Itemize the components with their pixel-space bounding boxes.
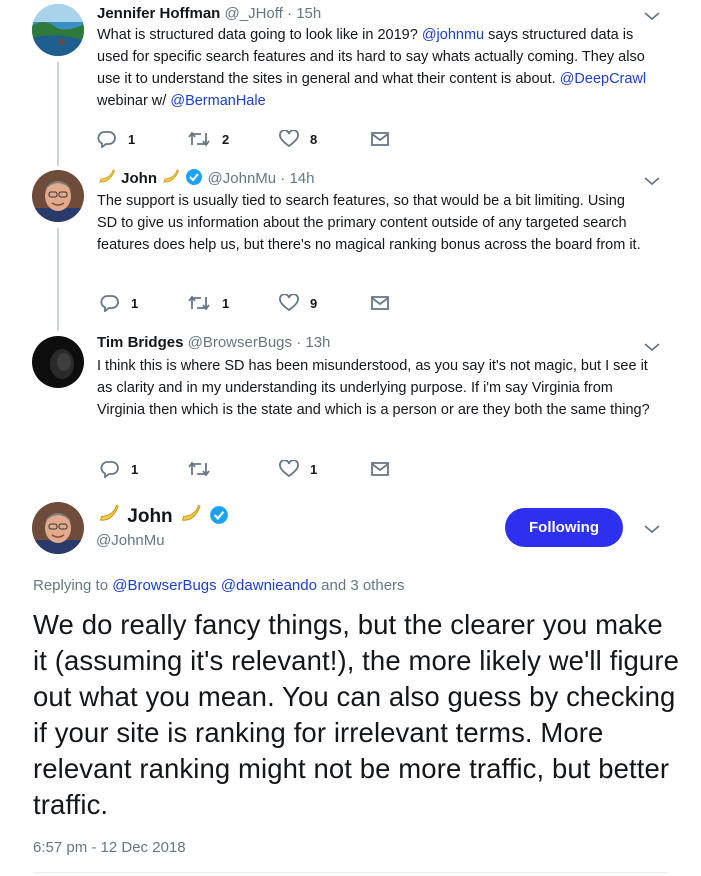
divider <box>33 872 668 873</box>
verified-icon <box>186 169 203 185</box>
main-author-handle[interactable]: @JohnMu <box>96 532 165 549</box>
tweet-text: What is structured data going to look li… <box>97 27 647 109</box>
direct-message-icon <box>371 462 389 476</box>
separator-dot: · <box>296 334 302 351</box>
tweet-actions: 1 1 <box>100 459 400 479</box>
like-count: 8 <box>310 131 318 147</box>
direct-message-button[interactable] <box>370 293 390 313</box>
like-icon <box>279 130 299 148</box>
main-author-row: John <box>96 503 229 529</box>
mention-link[interactable]: @DeepCrawl <box>560 71 646 87</box>
retweet-icon <box>188 461 210 477</box>
retweet-button[interactable]: 2 <box>187 129 229 149</box>
chevron-down-icon[interactable] <box>643 523 661 535</box>
direct-message-button[interactable] <box>370 459 390 479</box>
like-count: 1 <box>310 461 318 477</box>
reply-button[interactable]: 1 <box>100 293 138 313</box>
avatar[interactable] <box>32 336 84 388</box>
reply-count: 1 <box>128 131 136 147</box>
banana-icon <box>99 504 119 521</box>
retweet-icon <box>188 131 210 147</box>
tweet-actions: 1 1 9 <box>100 293 400 313</box>
tweet-text: I think this is where SD has been misund… <box>97 358 650 418</box>
direct-message-button[interactable] <box>370 129 390 149</box>
tweet-text: The support is usually tied to search fe… <box>97 193 641 253</box>
banana-icon <box>99 169 115 183</box>
like-icon <box>279 294 299 312</box>
separator-dot: · <box>280 170 286 187</box>
main-tweet-text: We do really fancy things, but the clear… <box>33 609 679 820</box>
like-icon <box>279 460 299 478</box>
retweet-count: 1 <box>222 295 230 311</box>
banana-icon <box>181 504 201 521</box>
author-handle[interactable]: @_JHoff <box>225 5 283 22</box>
tweet-timestamp[interactable]: 6:57 pm - 12 Dec 2018 <box>33 839 186 856</box>
chevron-down-icon[interactable] <box>643 175 661 187</box>
separator-dot: · <box>287 5 293 22</box>
direct-message-icon <box>371 296 389 310</box>
reply-count: 1 <box>131 295 139 311</box>
thread-line <box>57 228 59 331</box>
author-name[interactable]: Jennifer Hoffman <box>97 5 220 22</box>
retweet-button[interactable]: 1 <box>187 293 229 313</box>
like-button[interactable]: 9 <box>279 293 317 313</box>
author-handle[interactable]: @BrowserBugs <box>188 334 292 351</box>
like-button[interactable]: 8 <box>279 129 317 149</box>
like-count: 9 <box>310 295 318 311</box>
retweet-button[interactable] <box>187 459 222 479</box>
tweet-time[interactable]: 13h <box>305 334 330 351</box>
reply-icon <box>100 461 119 478</box>
mention-link[interactable]: @BrowserBugs <box>112 577 216 594</box>
avatar[interactable] <box>32 502 84 554</box>
avatar[interactable] <box>32 170 84 222</box>
replying-to: Replying to @BrowserBugs @dawnieando and… <box>33 577 405 594</box>
direct-message-icon <box>371 132 389 146</box>
author-handle[interactable]: @JohnMu <box>208 170 277 187</box>
mention-link[interactable]: @dawnieando <box>221 577 317 594</box>
tweet-actions: 1 2 8 <box>97 129 397 149</box>
reply-button[interactable]: 1 <box>100 459 138 479</box>
main-author-name[interactable]: John <box>127 506 172 527</box>
retweet-count: 2 <box>222 131 230 147</box>
mention-link[interactable]: @johnmu <box>422 27 484 43</box>
banana-icon <box>163 169 179 183</box>
reply-button[interactable]: 1 <box>97 129 135 149</box>
avatar[interactable] <box>32 4 84 56</box>
thread-line <box>57 62 59 166</box>
like-button[interactable]: 1 <box>279 459 317 479</box>
author-name[interactable]: John <box>121 170 157 187</box>
reply-count: 1 <box>131 461 139 477</box>
following-button[interactable]: Following <box>505 508 623 547</box>
retweet-icon <box>188 295 210 311</box>
verified-icon <box>210 506 229 524</box>
reply-icon <box>97 131 116 148</box>
chevron-down-icon[interactable] <box>643 10 661 22</box>
mention-link[interactable]: @BermanHale <box>170 93 265 109</box>
tweet-time[interactable]: 14h <box>289 170 314 187</box>
chevron-down-icon[interactable] <box>643 341 661 353</box>
reply-icon <box>100 295 119 312</box>
tweet-time[interactable]: 15h <box>296 5 321 22</box>
author-name[interactable]: Tim Bridges <box>97 334 183 351</box>
